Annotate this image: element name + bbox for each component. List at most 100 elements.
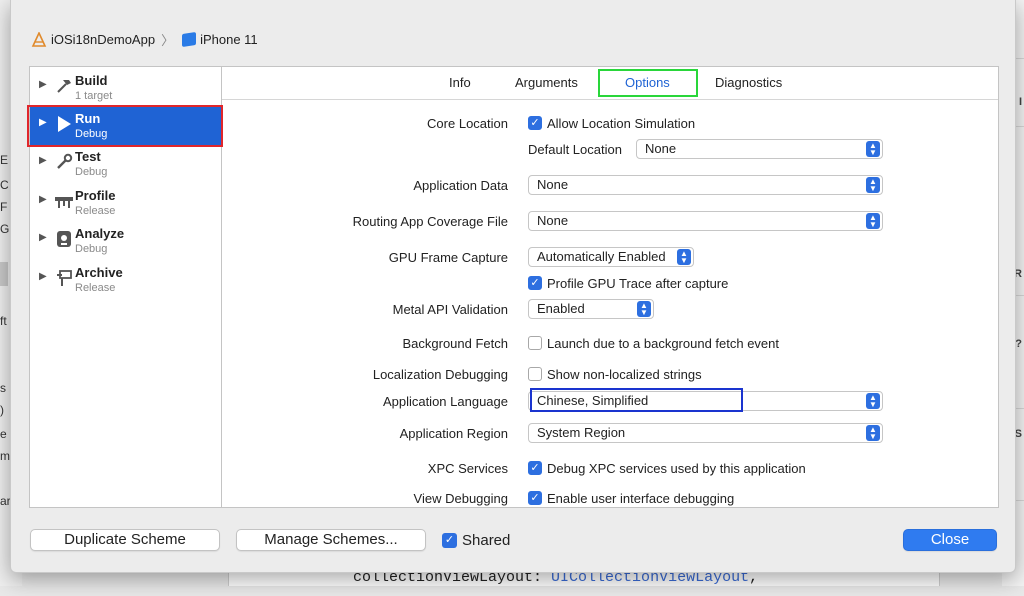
application-language-popup[interactable]: Chinese, Simplified ▲ ▼ (528, 391, 883, 411)
background-text-fragment: C (0, 178, 9, 192)
profile-gpu-trace-row: ✓ Profile GPU Trace after capture (222, 273, 998, 295)
wrench-icon (54, 152, 74, 172)
scheme-actions-sidebar: ▶ Build 1 target ▶ Run Debug ▶ Test Debu… (29, 66, 224, 508)
application-data-popup[interactable]: None ▲ ▼ (528, 175, 883, 195)
disclosure-triangle-icon[interactable]: ▶ (39, 194, 47, 205)
application-region-row: Application Region System Region ▲ ▼ (222, 423, 998, 445)
metal-api-validation-value: Enabled (537, 301, 585, 316)
manage-schemes-button[interactable]: Manage Schemes... (236, 529, 426, 551)
localization-debugging-label: Localization Debugging (372, 367, 508, 382)
application-language-row: Application Language Chinese, Simplified… (222, 388, 998, 413)
sidebar-item-analyze[interactable]: ▶ Analyze Debug (30, 222, 223, 260)
gpu-frame-capture-popup[interactable]: Automatically Enabled ▲ ▼ (528, 247, 694, 267)
core-location-label: Core Location (427, 116, 508, 131)
sidebar-item-sublabel: Debug (75, 166, 108, 178)
device-icon (182, 32, 197, 47)
background-text-fragment: m (0, 449, 10, 463)
application-region-value: System Region (537, 425, 626, 440)
popup-arrows-icon: ▲ ▼ (866, 177, 880, 193)
debug-xpc-services-checkbox[interactable]: ✓ (528, 461, 542, 475)
tab-diagnostics[interactable]: Diagnostics (715, 75, 782, 90)
debug-xpc-services-label[interactable]: Debug XPC services used by this applicat… (547, 461, 806, 476)
routing-coverage-row: Routing App Coverage File None ▲ ▼ (222, 211, 998, 233)
gpu-frame-capture-value: Automatically Enabled (537, 249, 666, 264)
background-fetch-checkbox-label[interactable]: Launch due to a background fetch event (547, 336, 779, 351)
play-icon (54, 114, 74, 134)
sidebar-item-sublabel: Debug (75, 243, 108, 255)
routing-coverage-popup[interactable]: None ▲ ▼ (528, 211, 883, 231)
breadcrumb-separator-icon: 〉 (161, 33, 175, 48)
default-location-row: Default Location None ▲ ▼ (222, 139, 998, 161)
scheme-options-panel: Info Arguments Options Diagnostics Core … (221, 66, 999, 508)
application-data-row: Application Data None ▲ ▼ (222, 175, 998, 197)
hammer-icon (54, 76, 74, 96)
sidebar-item-build[interactable]: ▶ Build 1 target (30, 69, 223, 107)
xpc-services-row: XPC Services ✓ Debug XPC services used b… (222, 458, 998, 480)
tab-info[interactable]: Info (449, 75, 471, 90)
localization-debugging-row: Localization Debugging Show non-localize… (222, 364, 998, 386)
sidebar-item-label: Archive (75, 265, 123, 280)
tab-arguments[interactable]: Arguments (515, 75, 578, 90)
enable-ui-debugging-checkbox[interactable]: ✓ (528, 491, 542, 505)
disclosure-triangle-icon[interactable]: ▶ (39, 155, 47, 166)
gpu-frame-capture-label: GPU Frame Capture (388, 250, 508, 265)
close-button[interactable]: Close (903, 529, 997, 551)
default-location-popup[interactable]: None ▲ ▼ (636, 139, 883, 159)
caliper-icon (54, 191, 74, 211)
routing-coverage-value: None (537, 213, 569, 228)
application-region-popup[interactable]: System Region ▲ ▼ (528, 423, 883, 443)
core-location-row: Core Location ✓ Allow Location Simulatio… (222, 113, 998, 135)
allow-location-simulation-checkbox[interactable]: ✓ (528, 116, 542, 130)
background-selection-bar (0, 262, 8, 286)
sidebar-item-label: Test (75, 149, 101, 164)
sidebar-item-label: Analyze (75, 226, 125, 241)
gpu-frame-capture-row: GPU Frame Capture Automatically Enabled … (222, 247, 998, 269)
sidebar-item-test[interactable]: ▶ Test Debug (30, 145, 223, 183)
allow-location-simulation-label[interactable]: Allow Location Simulation (547, 116, 695, 131)
shared-checkbox[interactable]: ✓ (442, 533, 457, 548)
background-text-fragment: e (0, 427, 7, 441)
show-non-localized-checkbox[interactable] (528, 367, 542, 381)
sidebar-item-profile[interactable]: ▶ Profile Release (30, 184, 223, 222)
sidebar-item-label: Run (75, 111, 101, 126)
application-region-label: Application Region (399, 426, 508, 441)
background-text-fragment: s (0, 381, 6, 395)
background-fetch-row: Background Fetch Launch due to a backgro… (222, 333, 998, 355)
application-language-label: Application Language (382, 394, 508, 409)
breadcrumb-device[interactable]: iPhone 11 (200, 32, 258, 47)
disclosure-triangle-icon[interactable]: ▶ (39, 271, 47, 282)
background-text-fragment: ) (0, 403, 4, 417)
sidebar-item-run[interactable]: ▶ Run Debug (30, 107, 223, 145)
enable-ui-debugging-label[interactable]: Enable user interface debugging (547, 491, 734, 506)
shared-label[interactable]: Shared (462, 532, 510, 549)
background-text-fragment: I (1018, 96, 1022, 108)
tab-bar: Info Arguments Options Diagnostics (222, 67, 998, 100)
sidebar-item-sublabel: 1 target (75, 90, 113, 102)
disclosure-triangle-icon[interactable]: ▶ (39, 232, 47, 243)
breadcrumb-project[interactable]: iOSi18nDemoApp (51, 32, 155, 47)
popup-arrows-icon: ▲ ▼ (677, 249, 691, 265)
application-language-value: Chinese, Simplified (537, 393, 649, 408)
tab-options[interactable]: Options (625, 75, 670, 90)
show-non-localized-label[interactable]: Show non-localized strings (547, 367, 702, 382)
metal-api-validation-label: Metal API Validation (392, 302, 508, 317)
routing-coverage-label: Routing App Coverage File (352, 214, 508, 229)
metal-api-validation-popup[interactable]: Enabled ▲ ▼ (528, 299, 654, 319)
duplicate-scheme-button[interactable]: Duplicate Scheme (30, 529, 220, 551)
disclosure-triangle-icon[interactable]: ▶ (39, 117, 47, 128)
profile-gpu-trace-label[interactable]: Profile GPU Trace after capture (547, 276, 728, 291)
sidebar-item-label: Profile (75, 188, 116, 203)
disclosure-triangle-icon[interactable]: ▶ (39, 79, 47, 90)
breadcrumb: iOSi18nDemoApp 〉 iPhone 11 (31, 30, 258, 49)
profile-gpu-trace-checkbox[interactable]: ✓ (528, 276, 542, 290)
sidebar-item-archive[interactable]: ▶ Archive Release (30, 261, 223, 299)
background-fetch-checkbox[interactable] (528, 336, 542, 350)
popup-arrows-icon: ▲ ▼ (866, 213, 880, 229)
sidebar-item-label: Build (75, 73, 108, 88)
view-debugging-row: View Debugging ✓ Enable user interface d… (222, 488, 998, 506)
application-data-value: None (537, 177, 569, 192)
app-target-icon (31, 31, 47, 47)
application-data-label: Application Data (413, 178, 508, 193)
analyze-icon (54, 229, 74, 249)
xpc-services-label: XPC Services (427, 461, 508, 476)
